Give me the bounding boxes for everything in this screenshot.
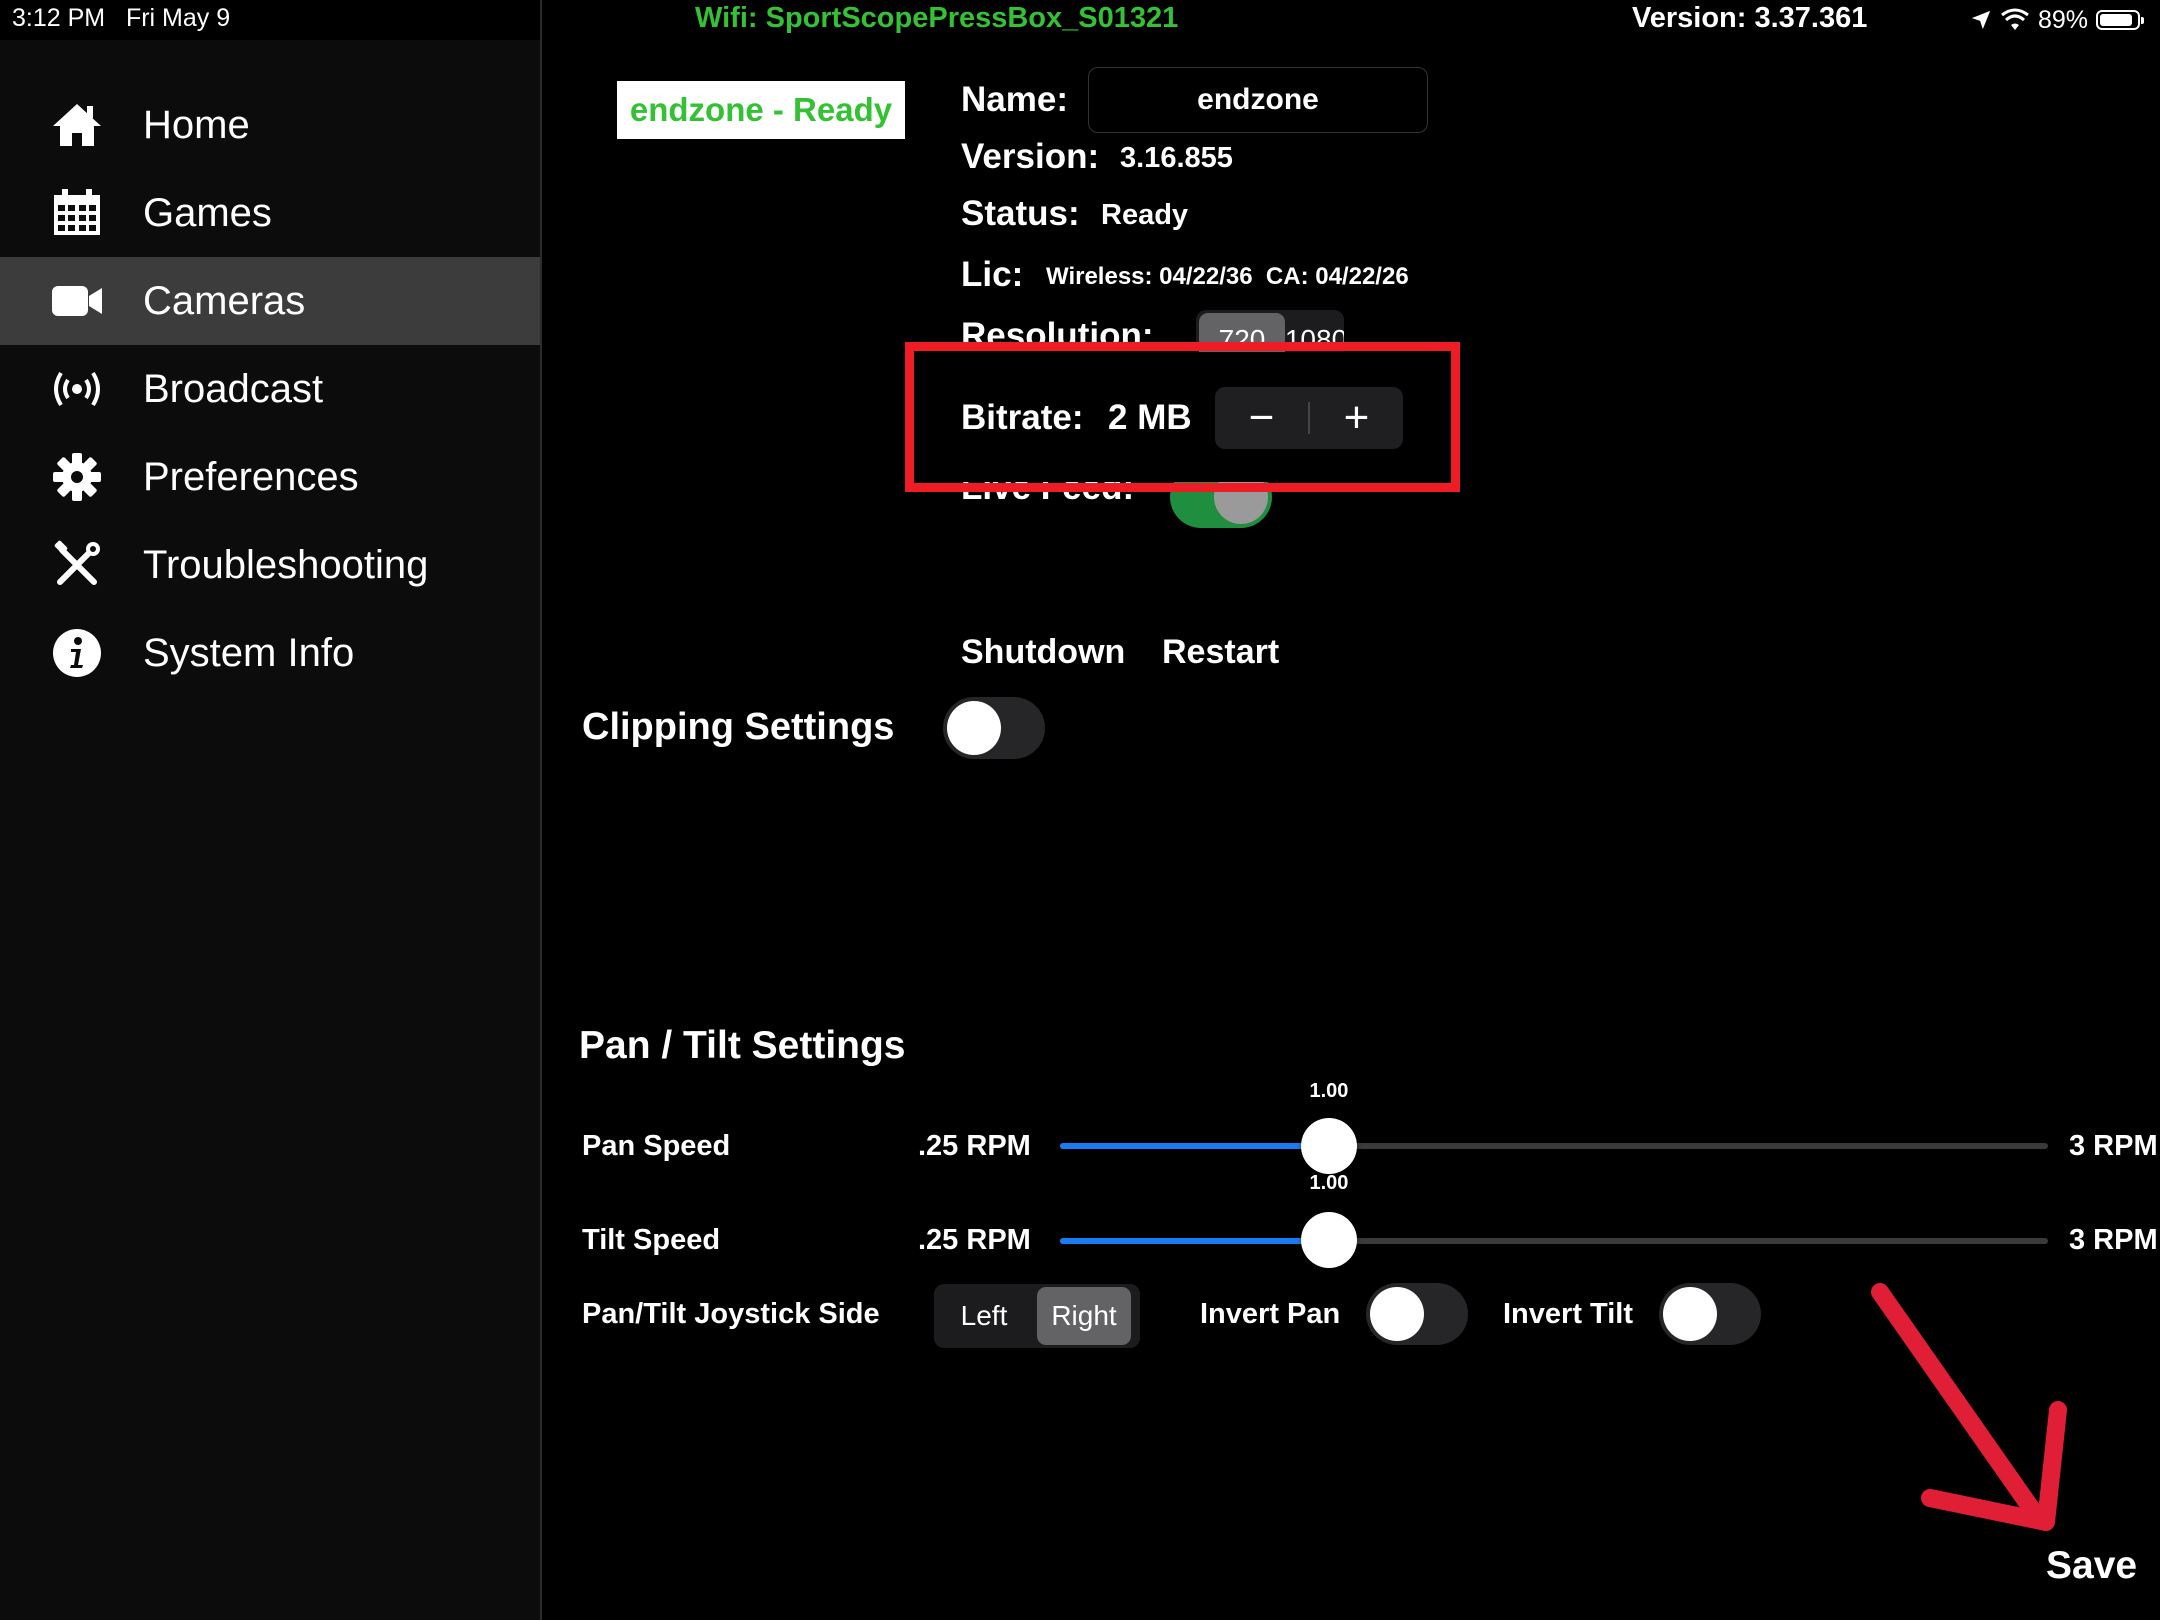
restart-button[interactable]: Restart bbox=[1162, 633, 1279, 672]
joystick-option-left[interactable]: Left bbox=[934, 1284, 1034, 1348]
shutdown-button[interactable]: Shutdown bbox=[961, 633, 1125, 672]
pan-speed-label: Pan Speed bbox=[582, 1130, 731, 1162]
tilt-speed-slider[interactable] bbox=[1060, 1238, 2048, 1244]
status-indicators: 89% bbox=[1970, 4, 2145, 36]
camera-name-field[interactable]: endzone bbox=[1088, 67, 1428, 133]
version-label: Version: bbox=[961, 137, 1100, 176]
info-icon bbox=[50, 626, 104, 680]
location-arrow-icon bbox=[1971, 10, 1991, 30]
tools-icon bbox=[50, 538, 104, 592]
home-icon bbox=[50, 98, 104, 152]
broadcast-icon bbox=[50, 362, 104, 416]
sidebar-item-label: Troubleshooting bbox=[143, 542, 429, 587]
sidebar-item-preferences[interactable]: Preferences bbox=[0, 433, 540, 521]
app-version-label: Version: 3.37.361 bbox=[1632, 2, 1868, 34]
tilt-speed-value-label: 1.00 bbox=[1309, 1172, 1349, 1194]
sidebar-item-label: Preferences bbox=[143, 454, 359, 499]
status-value: Ready bbox=[1101, 199, 1189, 231]
version-value: 3.16.855 bbox=[1120, 142, 1233, 174]
gear-icon bbox=[50, 450, 104, 504]
toggle-knob bbox=[1663, 1287, 1717, 1341]
clipping-settings-toggle[interactable] bbox=[943, 697, 1045, 759]
license-label: Lic: bbox=[961, 255, 1024, 294]
status-date: Fri May 9 bbox=[125, 4, 231, 32]
sidebar-item-broadcast[interactable]: Broadcast bbox=[0, 345, 540, 433]
pan-speed-slider-thumb[interactable] bbox=[1301, 1118, 1358, 1174]
sidebar-item-system-info[interactable]: System Info bbox=[0, 609, 540, 697]
sidebar-item-cameras[interactable]: Cameras bbox=[0, 257, 540, 345]
battery-percent: 89% bbox=[2038, 5, 2089, 34]
toggle-knob bbox=[1370, 1287, 1424, 1341]
camera-icon bbox=[50, 274, 104, 328]
pan-speed-max-label: 3 RPM bbox=[2069, 1130, 2158, 1162]
joystick-side-segmented-control[interactable]: Left Right bbox=[934, 1284, 1140, 1348]
sidebar-item-troubleshooting[interactable]: Troubleshooting bbox=[0, 521, 540, 609]
joystick-side-label: Pan/Tilt Joystick Side bbox=[582, 1298, 880, 1330]
sidebar-item-label: Broadcast bbox=[143, 366, 324, 411]
pan-speed-value-label: 1.00 bbox=[1309, 1080, 1349, 1102]
annotation-highlight-box bbox=[905, 342, 1460, 492]
annotation-arrow-icon bbox=[1871, 1283, 2067, 1531]
slider-fill bbox=[1060, 1143, 1330, 1149]
save-button[interactable]: Save bbox=[2046, 1544, 2137, 1588]
pan-speed-slider[interactable] bbox=[1060, 1143, 2048, 1149]
invert-tilt-toggle[interactable] bbox=[1659, 1283, 1761, 1345]
sidebar-item-games[interactable]: Games bbox=[0, 169, 540, 257]
clipping-settings-label: Clipping Settings bbox=[582, 706, 895, 748]
camera-status-badge: endzone - Ready bbox=[617, 81, 905, 139]
tilt-speed-max-label: 3 RPM bbox=[2069, 1224, 2158, 1256]
battery-icon bbox=[2096, 10, 2145, 30]
status-label: Status: bbox=[961, 194, 1080, 233]
tilt-speed-slider-thumb[interactable] bbox=[1301, 1212, 1358, 1268]
wifi-network-label: Wifi: SportScopePressBox_S01321 bbox=[695, 2, 1179, 34]
toggle-knob bbox=[947, 701, 1001, 755]
wifi-icon bbox=[2001, 8, 2029, 30]
sidebar-item-home[interactable]: Home bbox=[0, 81, 540, 169]
name-label: Name: bbox=[961, 80, 1068, 119]
tilt-speed-min-label: .25 RPM bbox=[918, 1224, 1031, 1256]
invert-pan-label: Invert Pan bbox=[1200, 1298, 1341, 1330]
status-bar: 3:12 PM Fri May 9 Wifi: SportScopePressB… bbox=[0, 0, 2160, 40]
tilt-speed-label: Tilt Speed bbox=[582, 1224, 721, 1256]
license-value: Wireless: 04/22/36 CA: 04/22/26 bbox=[1046, 263, 1409, 290]
sidebar-item-label: System Info bbox=[143, 630, 355, 675]
invert-pan-toggle[interactable] bbox=[1366, 1283, 1468, 1345]
sidebar-item-label: Games bbox=[143, 190, 272, 235]
sidebar-item-label: Cameras bbox=[143, 278, 306, 323]
calendar-icon bbox=[50, 186, 104, 240]
slider-fill bbox=[1060, 1238, 1330, 1244]
sidebar-item-label: Home bbox=[143, 102, 250, 147]
pan-speed-min-label: .25 RPM bbox=[918, 1130, 1031, 1162]
joystick-option-right[interactable]: Right bbox=[1037, 1287, 1131, 1345]
invert-tilt-label: Invert Tilt bbox=[1503, 1298, 1633, 1330]
status-time: 3:12 PM Fri May 9 bbox=[12, 4, 231, 32]
pan-tilt-title: Pan / Tilt Settings bbox=[579, 1024, 906, 1067]
sidebar-divider bbox=[540, 0, 542, 1620]
